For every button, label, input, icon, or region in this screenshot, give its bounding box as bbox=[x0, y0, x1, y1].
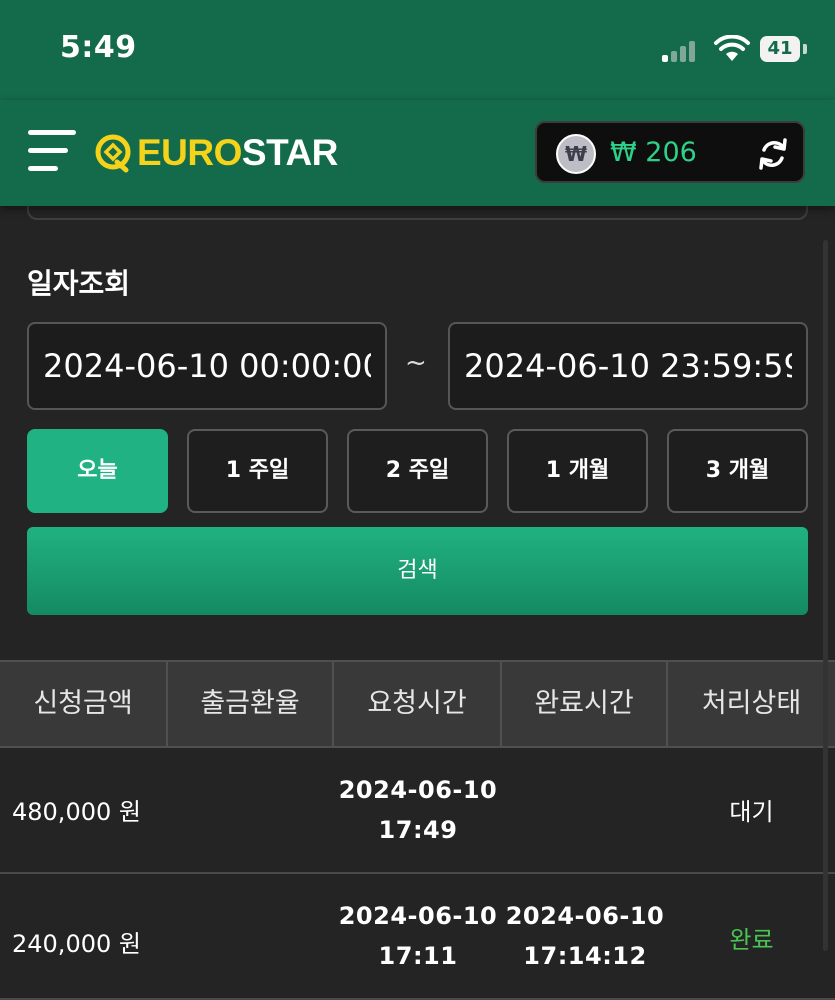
balance-widget: ₩ ₩ 206 bbox=[535, 121, 805, 183]
balance-amount: ₩ 206 bbox=[610, 137, 697, 168]
battery-icon: 41 bbox=[760, 36, 800, 62]
header-amount: 신청금액 bbox=[0, 662, 168, 748]
table-row[interactable]: 480,000 원 2024-06-10 17:49 대기 bbox=[0, 748, 835, 874]
search-button[interactable]: 검색 bbox=[27, 527, 808, 615]
row-request-time: 2024-06-10 17:49 bbox=[338, 776, 498, 844]
end-date-input[interactable] bbox=[448, 322, 808, 410]
period-1-month-button[interactable]: 1 개월 bbox=[507, 429, 648, 513]
period-1-week-button[interactable]: 1 주일 bbox=[187, 429, 328, 513]
row-request-time: 2024-06-10 17:11 bbox=[338, 902, 498, 970]
start-date-input[interactable] bbox=[27, 322, 387, 410]
table-row[interactable]: 240,000 원 2024-06-10 17:11 2024-06-10 17… bbox=[0, 874, 835, 1000]
row-status: 대기 bbox=[729, 798, 774, 826]
scrollbar[interactable] bbox=[823, 240, 828, 951]
period-2-weeks-button[interactable]: 2 주일 bbox=[347, 429, 488, 513]
withdrawal-table: 신청금액 출금환율 요청시간 완료시간 처리상태 480,000 원 2024-… bbox=[0, 660, 835, 1000]
period-3-months-button[interactable]: 3 개월 bbox=[667, 429, 808, 513]
battery-cap bbox=[803, 44, 807, 54]
header-request-time: 요청시간 bbox=[334, 662, 502, 748]
clock: 5:49 bbox=[60, 30, 137, 65]
menu-icon[interactable] bbox=[28, 127, 76, 175]
header-status: 처리상태 bbox=[701, 688, 802, 719]
wifi-icon bbox=[714, 35, 750, 61]
date-separator: ~ bbox=[405, 348, 427, 378]
header-complete-time: 완료시간 bbox=[502, 662, 668, 748]
logo-text-euro: EURO bbox=[137, 132, 242, 173]
row-amount: 480,000 원 bbox=[12, 798, 141, 826]
row-amount: 240,000 원 bbox=[12, 930, 141, 958]
table-header: 신청금액 출금환율 요청시간 완료시간 처리상태 bbox=[0, 660, 835, 748]
date-filter-title: 일자조회 bbox=[27, 267, 131, 300]
row-status: 완료 bbox=[729, 926, 774, 954]
logo[interactable]: EUROSTAR bbox=[93, 130, 338, 176]
app-header: EUROSTAR ₩ ₩ 206 bbox=[0, 100, 835, 206]
cellular-signal-icon bbox=[662, 40, 704, 62]
header-rate: 출금환율 bbox=[168, 662, 334, 748]
row-complete-time: 2024-06-10 17:14:12 bbox=[505, 902, 665, 970]
refresh-icon[interactable] bbox=[756, 137, 790, 171]
won-coin-icon: ₩ bbox=[556, 134, 596, 174]
status-bar: 5:49 41 bbox=[0, 0, 835, 100]
logo-mark-icon bbox=[95, 134, 131, 173]
logo-text-star: STAR bbox=[241, 132, 338, 173]
period-today-button[interactable]: 오늘 bbox=[27, 429, 168, 513]
